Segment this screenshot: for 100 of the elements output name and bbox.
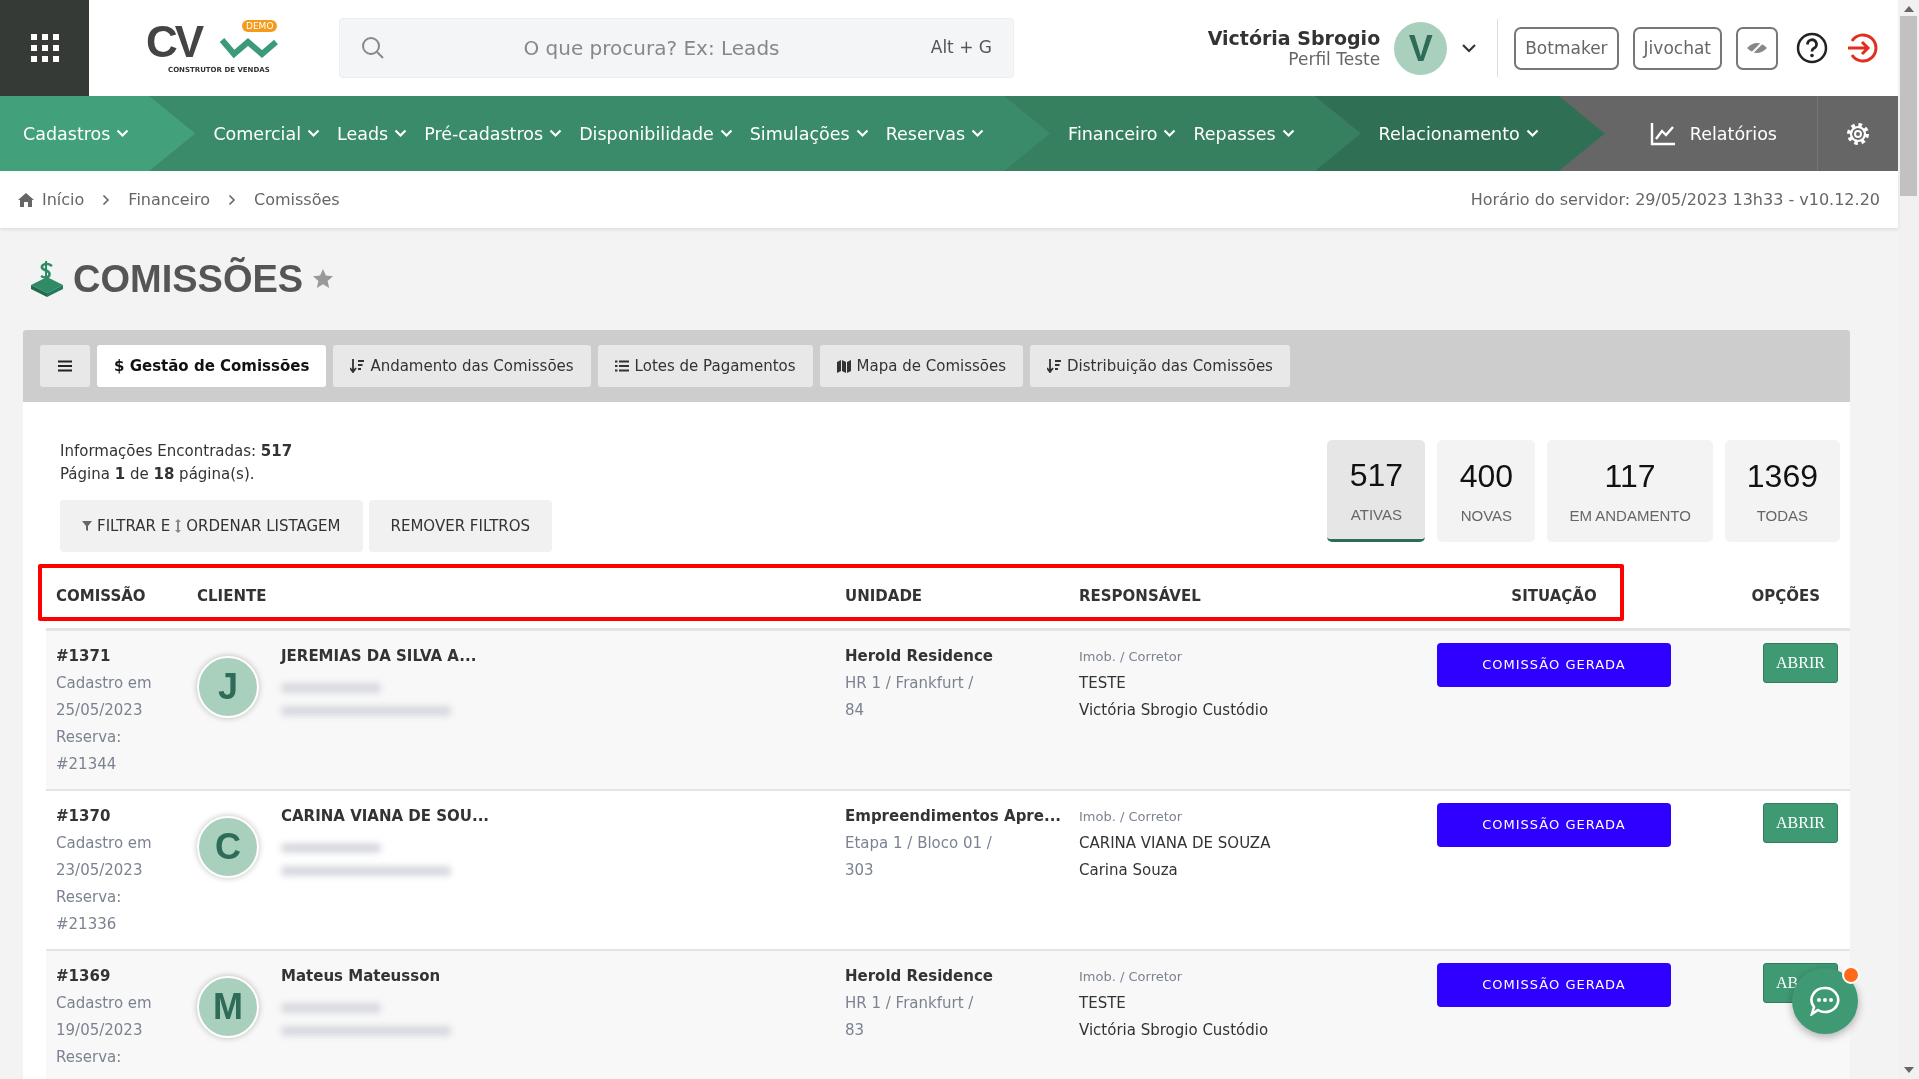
agency-name: TESTE — [1079, 993, 1127, 1014]
commission-id: #1371 — [56, 646, 112, 667]
tab[interactable]: Lotes de Pagamentos — [597, 345, 813, 387]
agent-name: Carina Souza — [1079, 860, 1179, 881]
reports-menu-item[interactable]: Relatórios — [1649, 96, 1817, 171]
status-counter[interactable]: 400 NOVAS — [1437, 440, 1536, 542]
client-name: Mateus Mateusson — [281, 966, 442, 987]
logout-icon[interactable] — [1846, 32, 1880, 64]
chevron-down-icon — [394, 129, 408, 138]
nav-menu-item[interactable]: Financeiro — [1068, 123, 1177, 144]
responsible-role: Imob. / Corretor — [1079, 648, 1184, 666]
scroll-up-icon[interactable] — [1903, 6, 1914, 12]
column-header: UNIDADE — [845, 587, 924, 605]
reservation-number: #21344 — [56, 754, 118, 775]
reservation-label: Reserva: — [56, 727, 123, 748]
settings-icon[interactable] — [1845, 120, 1871, 147]
open-button[interactable]: ABRIR — [1763, 643, 1838, 683]
chevron-right-icon — [102, 193, 111, 206]
agent-name: Victória Sbrogio Custódio — [1079, 1020, 1270, 1041]
status-counter[interactable]: 517 ATIVAS — [1327, 440, 1426, 542]
remove-filters-button[interactable]: REMOVER FILTROS — [368, 500, 553, 552]
status-counter[interactable]: 117 EM ANDAMENTO — [1547, 440, 1713, 542]
chevron-right-icon — [228, 193, 236, 206]
nav-menu-item[interactable]: Reservas — [885, 123, 985, 144]
demo-badge: DEMO — [242, 20, 278, 32]
line-chart-icon — [1649, 121, 1676, 146]
reservation-label: Reserva: — [56, 1047, 123, 1068]
user-profile: Perfil Teste — [1288, 49, 1381, 69]
home-icon — [18, 192, 34, 207]
server-time: Horário do servidor: 29/05/2023 13h33 - v10.12.20 — [1470, 190, 1880, 209]
star-icon[interactable] — [311, 267, 336, 291]
menu-button[interactable] — [40, 345, 90, 387]
responsible-role: Imob. / Corretor — [1079, 968, 1184, 986]
chevron-down-icon — [719, 129, 733, 138]
nav-menu-item[interactable]: Repasses — [1193, 123, 1295, 144]
unit-number: 83 — [845, 1020, 866, 1041]
registered-date: 19/05/2023 — [56, 1020, 144, 1041]
chevron-down-icon — [1163, 129, 1177, 138]
chevron-down-icon — [971, 129, 985, 138]
unit-detail: Etapa 1 / Bloco 01 / — [845, 833, 993, 854]
unit-number: 303 — [845, 860, 875, 881]
nav-menu-item[interactable]: Comercial — [213, 123, 320, 144]
hide-data-button[interactable] — [1736, 26, 1778, 70]
nav-menu-item[interactable]: Cadastros — [23, 123, 130, 144]
chevron-down-icon — [307, 129, 320, 138]
tab[interactable]: $ Gestão de Comissões — [97, 345, 327, 387]
chevron-down-icon — [855, 129, 869, 138]
breadcrumb-link[interactable]: Início — [42, 190, 85, 209]
nav-menu-item[interactable]: Simulações — [749, 123, 869, 144]
logo-text: CV — [146, 20, 202, 64]
chevron-down-icon — [116, 129, 130, 138]
chevron-down-icon[interactable] — [1461, 43, 1478, 53]
commission-id: #1369 — [56, 966, 112, 987]
grid-icon — [29, 33, 60, 63]
menu-icon — [58, 360, 72, 372]
sort-arrows-icon — [175, 519, 182, 533]
tab[interactable]: Distribuição das Comissões — [1030, 345, 1290, 387]
column-header: RESPONSÁVEL — [1079, 587, 1202, 605]
nav-menu-item[interactable]: Leads — [337, 123, 408, 144]
column-header: COMISSÃO — [55, 587, 147, 605]
registered-label: Cadastro em — [56, 673, 153, 694]
filter-icon — [82, 521, 92, 531]
scroll-thumb[interactable] — [1900, 16, 1917, 196]
agency-name: CARINA VIANA DE SOUZA — [1079, 833, 1272, 854]
chevron-down-icon — [549, 129, 563, 138]
status-counter[interactable]: 1369 TODAS — [1724, 440, 1840, 542]
money-stack-icon — [29, 261, 65, 297]
user-avatar[interactable]: V — [1394, 21, 1448, 75]
search-icon — [361, 36, 385, 60]
client-name: CARINA VIANA DE SOU... — [281, 806, 490, 827]
chat-bubble-icon — [1809, 986, 1841, 1016]
nav-menu-item[interactable]: Relacionamento — [1378, 123, 1539, 144]
unit-detail: HR 1 / Frankfurt / — [845, 993, 975, 1014]
help-icon[interactable] — [1796, 32, 1828, 64]
nav-menu-item[interactable]: Disponibilidade — [579, 123, 733, 144]
unit-detail: HR 1 / Frankfurt / — [845, 673, 975, 694]
open-button[interactable]: ABRIR — [1763, 803, 1838, 843]
shortcut-hint: Alt + G — [930, 37, 992, 57]
integration-button[interactable]: Jivochat — [1632, 26, 1722, 70]
nav-menu-item[interactable]: Pré-cadastros — [424, 123, 563, 144]
scroll-down-icon[interactable] — [1903, 1067, 1914, 1073]
client-avatar: C — [197, 816, 259, 878]
filter-sort-button[interactable]: FILTRAR E ORDENAR LISTAGEM — [60, 500, 363, 552]
sort-icon — [350, 359, 365, 373]
tab[interactable]: Mapa de Comissões — [819, 345, 1023, 387]
unit-number: 84 — [845, 700, 866, 721]
breadcrumb-link[interactable]: Financeiro — [128, 190, 210, 209]
tab[interactable]: Andamento das Comissões — [333, 345, 591, 387]
eye-slash-icon — [1746, 40, 1768, 56]
unit-name: Herold Residence — [845, 966, 994, 987]
status-badge: COMISSÃO GERADA — [1437, 963, 1671, 1007]
registered-label: Cadastro em — [56, 993, 153, 1014]
results-summary: Página 1 de 18 página(s). — [60, 464, 256, 485]
column-header: OPÇÕES — [1750, 587, 1821, 605]
client-name: JEREMIAS DA SILVA A... — [281, 646, 477, 667]
apps-menu-button[interactable] — [0, 0, 89, 96]
integration-button[interactable]: Botmaker — [1514, 26, 1619, 70]
page-title: COMISSÕES — [73, 257, 304, 301]
map-icon — [836, 359, 851, 373]
breadcrumb-link[interactable]: Comissões — [254, 190, 340, 209]
